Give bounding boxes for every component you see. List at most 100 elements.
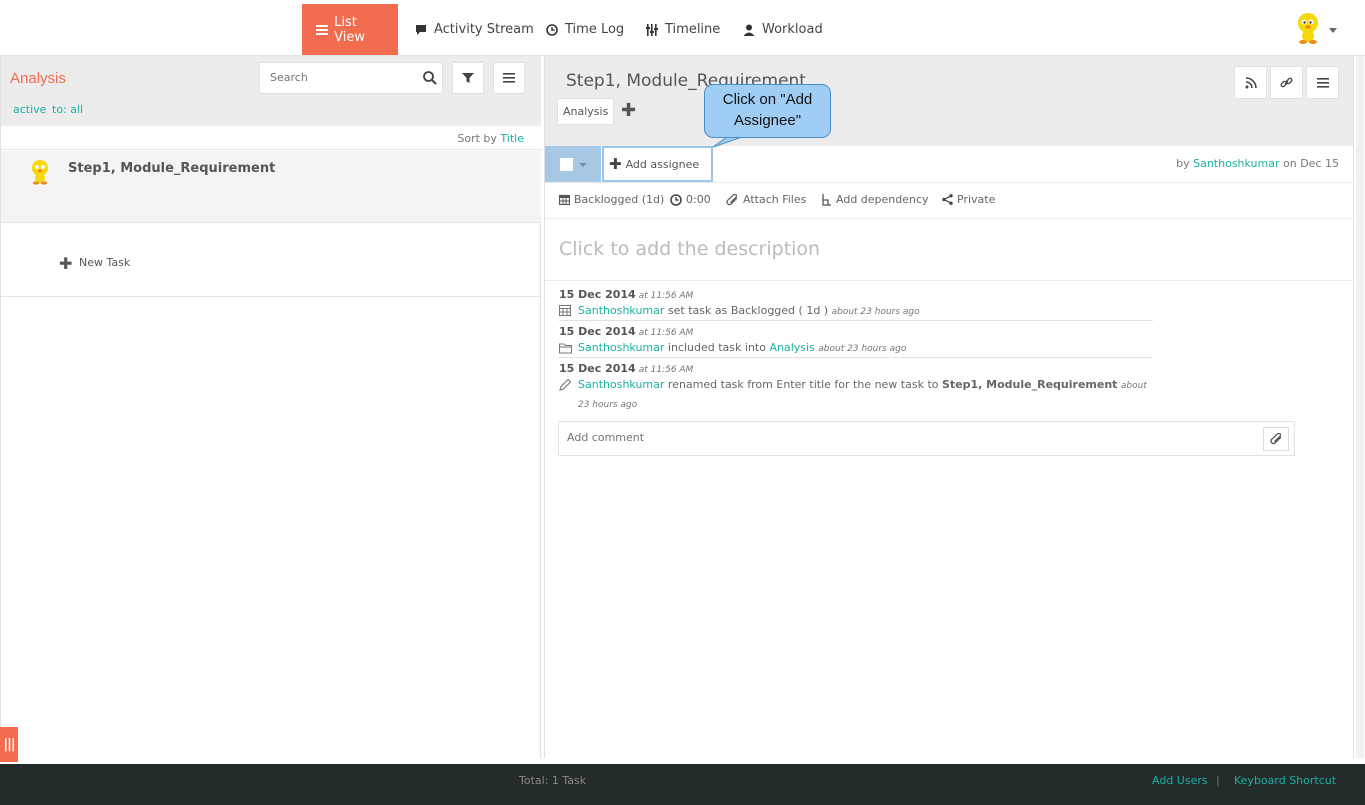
sort-control: Sort by Title: [1, 126, 541, 150]
list-menu-button[interactable]: [493, 62, 525, 94]
assignee-row: ✚ Add assignee by Santhoshkumar on Dec 1…: [545, 146, 1353, 183]
activity-user-link[interactable]: Santhoshkumar: [578, 378, 664, 391]
subscribe-button[interactable]: [1234, 66, 1267, 99]
add-dependency-button[interactable]: Add dependency: [821, 193, 929, 206]
task-detail-panel: Step1, Module_Requirement Analysis ✚ ✚ A…: [544, 56, 1354, 758]
by-label: by: [1176, 157, 1190, 170]
activity-date-text: 15 Dec 2014: [559, 288, 636, 301]
activity-task-name: Step1, Module_Requirement: [942, 378, 1118, 391]
rss-icon: [1245, 76, 1257, 88]
privacy-button[interactable]: Private: [942, 193, 995, 206]
activity-date: 15 Dec 2014 at 11:56 AM: [559, 325, 693, 338]
keyboard-shortcut-link[interactable]: Keyboard Shortcut: [1234, 774, 1336, 787]
sort-field-link[interactable]: Title: [500, 132, 524, 145]
tab-list-view[interactable]: List View: [302, 4, 398, 55]
status-label: Backlogged (1d): [574, 193, 665, 206]
callout-line: Assignee": [733, 112, 802, 129]
top-navigation: List View Activity Stream Time Log Timel…: [0, 0, 1365, 56]
plus-icon: ✚: [609, 155, 622, 173]
paperclip-icon: [726, 193, 738, 205]
new-task-row[interactable]: ✚ New Task: [1, 224, 541, 297]
search-input[interactable]: [270, 71, 410, 84]
link-icon: [1280, 77, 1293, 88]
divider: [559, 357, 1153, 358]
tab-workload[interactable]: Workload: [728, 4, 837, 55]
attach-files-button[interactable]: Attach Files: [726, 193, 806, 206]
activity-time: at 11:56 AM: [638, 365, 694, 375]
share-icon: [942, 194, 953, 205]
activity-date: 15 Dec 2014 at 11:56 AM: [559, 288, 693, 301]
chevron-down-icon[interactable]: [1329, 28, 1337, 33]
new-task-button[interactable]: New Task: [79, 256, 130, 269]
activity-text: renamed task from Enter title for the ne…: [667, 378, 939, 391]
scrollbar[interactable]: [1356, 56, 1364, 758]
activity-item: Santhoshkumar included task into Analysi…: [559, 339, 1159, 358]
time-log-button[interactable]: 0:00: [670, 193, 711, 206]
filter-active[interactable]: active: [13, 103, 46, 116]
tab-label: Workload: [762, 22, 823, 37]
search-box[interactable]: [259, 62, 443, 94]
activity-project-link[interactable]: Analysis: [769, 341, 814, 354]
checkbox-icon[interactable]: [560, 158, 573, 171]
task-list-item[interactable]: Step1, Module_Requirement: [1, 151, 541, 223]
list-icon: [316, 23, 329, 37]
comment-input[interactable]: [567, 431, 1227, 444]
task-list-panel: Analysis active to: all Sort by Title St…: [0, 56, 541, 758]
add-users-link[interactable]: Add Users: [1152, 774, 1208, 787]
activity-ago: about 23 hours ago: [818, 344, 907, 354]
tab-timeline[interactable]: Timeline: [631, 4, 734, 55]
footer-bar: Total: 1 Task Add Users | Keyboard Short…: [0, 764, 1365, 805]
activity-text: set task as Backlogged ( 1d ): [667, 304, 829, 317]
chevron-down-icon[interactable]: [579, 163, 587, 167]
attach-files-label: Attach Files: [743, 193, 807, 206]
comment-box[interactable]: [558, 421, 1295, 456]
created-by: by Santhoshkumar on Dec 15: [1176, 157, 1339, 170]
user-avatar[interactable]: [1294, 12, 1324, 44]
detail-menu-button[interactable]: [1306, 66, 1339, 99]
tab-label: Time Log: [565, 22, 625, 37]
project-tag[interactable]: Analysis: [557, 98, 615, 125]
divider: [545, 280, 1353, 281]
add-assignee-button[interactable]: ✚ Add assignee: [602, 146, 713, 182]
list-header: Analysis active to: all: [1, 56, 541, 126]
task-total: Total: 1 Task: [519, 774, 587, 787]
complete-toggle[interactable]: [545, 146, 601, 182]
status-button[interactable]: Backlogged (1d): [559, 193, 664, 206]
task-title[interactable]: Step1, Module_Requirement: [68, 161, 275, 176]
search-icon[interactable]: [422, 70, 438, 86]
activity-user-link[interactable]: Santhoshkumar: [578, 341, 664, 354]
attach-comment-button[interactable]: [1263, 427, 1289, 451]
privacy-label: Private: [957, 193, 996, 206]
tab-activity-stream[interactable]: Activity Stream: [400, 4, 548, 55]
add-project-icon[interactable]: ✚: [621, 100, 636, 121]
pencil-icon: [559, 378, 572, 391]
description-placeholder[interactable]: Click to add the description: [559, 238, 820, 260]
activity-date-text: 15 Dec 2014: [559, 325, 636, 338]
paperclip-icon: [1269, 432, 1281, 444]
sort-label: Sort by: [457, 132, 497, 145]
filter-icon: [462, 73, 474, 83]
filter-button[interactable]: [452, 62, 484, 94]
tab-label: List View: [334, 14, 365, 45]
created-date: on Dec 15: [1283, 157, 1339, 170]
tab-time-log[interactable]: Time Log: [531, 4, 638, 55]
tab-label: Timeline: [665, 22, 721, 37]
project-title[interactable]: Analysis: [10, 70, 66, 87]
activity-user-link[interactable]: Santhoshkumar: [578, 304, 664, 317]
filter-assignee[interactable]: to: all: [52, 103, 83, 116]
detail-header: Step1, Module_Requirement Analysis ✚: [545, 56, 1353, 146]
task-assignee-avatar: [29, 159, 51, 185]
add-dependency-label: Add dependency: [836, 193, 929, 206]
add-assignee-label: Add assignee: [625, 157, 700, 171]
task-meta-row: Backlogged (1d) 0:00 Attach Files Add de…: [545, 183, 1353, 219]
menu-icon: [503, 73, 515, 83]
copy-link-button[interactable]: [1270, 66, 1303, 99]
tweety-avatar-icon: [32, 160, 48, 185]
plus-icon[interactable]: ✚: [59, 254, 72, 273]
sidebar-toggle-button[interactable]: |||: [0, 727, 18, 762]
calendar-icon: [559, 304, 572, 317]
activity-time: at 11:56 AM: [638, 328, 694, 338]
footer-separator: |: [1216, 774, 1220, 787]
author-link[interactable]: Santhoshkumar: [1193, 157, 1279, 170]
clock-icon: [670, 193, 682, 206]
